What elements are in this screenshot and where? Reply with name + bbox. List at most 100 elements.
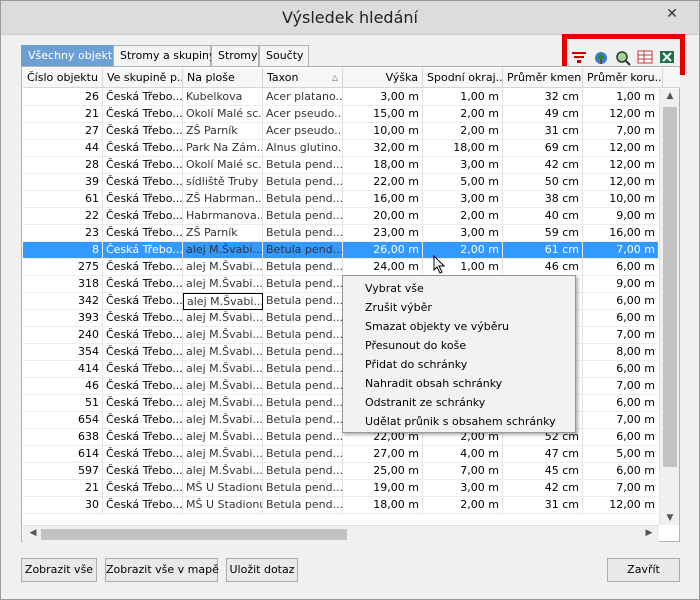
table-cell[interactable]: 6,00 m: [583, 310, 658, 327]
table-cell[interactable]: 19,00 m: [343, 480, 423, 497]
column-header-taxon[interactable]: Taxon △: [263, 68, 343, 88]
table-cell[interactable]: 6,00 m: [583, 429, 658, 446]
table-cell[interactable]: 414: [23, 361, 103, 378]
table-cell[interactable]: 27: [23, 123, 103, 140]
table-cell[interactable]: 39: [23, 174, 103, 191]
close-button[interactable]: Zavřít: [607, 558, 680, 582]
table-cell[interactable]: Acer pseudo...: [263, 123, 343, 140]
table-cell[interactable]: MŠ U Stadionu: [183, 480, 263, 497]
table-cell[interactable]: 28: [23, 157, 103, 174]
table-cell[interactable]: 6,00 m: [583, 361, 658, 378]
table-cell[interactable]: Česká Třebo...: [103, 259, 183, 276]
table-cell[interactable]: 12,00 m: [583, 140, 658, 157]
table-cell[interactable]: Acer pseudo...: [263, 106, 343, 123]
table-cell[interactable]: Betula pend...: [263, 497, 343, 514]
tab-trees-and-groups[interactable]: Stromy a skupiny: [113, 45, 216, 67]
table-row[interactable]: 275 Česká Třebo... alej M.Švabi... Betula p…: [23, 259, 658, 276]
table-cell[interactable]: 42 cm: [503, 480, 583, 497]
table-cell[interactable]: Česká Třebo...: [103, 310, 183, 327]
table-cell[interactable]: ZŠ Parník: [183, 123, 263, 140]
column-header-height[interactable]: Výška: [343, 68, 423, 88]
map-tree-icon[interactable]: [592, 50, 610, 66]
table-cell[interactable]: 45 cm: [503, 463, 583, 480]
close-window-button[interactable]: ✕: [661, 5, 683, 23]
table-row[interactable]: 30 Česká Třebo... MŠ U Stadionu Betula pend…: [23, 497, 658, 514]
table-cell[interactable]: alej M.Švabi...: [183, 395, 263, 412]
table-cell[interactable]: Betula pend...: [263, 378, 343, 395]
table-cell[interactable]: Česká Třebo...: [103, 225, 183, 242]
table-row[interactable]: 614 Česká Třebo... alej M.Švabi... Betula p…: [23, 446, 658, 463]
table-cell[interactable]: 12,00 m: [583, 106, 658, 123]
table-cell[interactable]: 49 cm: [503, 106, 583, 123]
table-cell[interactable]: 27,00 m: [343, 446, 423, 463]
table-cell[interactable]: Betula pend...: [263, 157, 343, 174]
scroll-left-icon[interactable]: ◀: [23, 528, 43, 538]
column-header-crown-base[interactable]: Spodní okraj...: [423, 68, 503, 88]
table-cell[interactable]: 32 cm: [503, 89, 583, 106]
table-icon[interactable]: [636, 50, 654, 66]
table-cell[interactable]: 12,00 m: [583, 497, 658, 514]
table-cell[interactable]: 9,00 m: [583, 208, 658, 225]
table-cell[interactable]: Česká Třebo...: [103, 361, 183, 378]
table-cell[interactable]: Česká Třebo...: [103, 106, 183, 123]
table-cell[interactable]: Česká Třebo...: [103, 395, 183, 412]
table-cell[interactable]: Česká Třebo...: [103, 174, 183, 191]
tab-totals[interactable]: Součty: [259, 45, 309, 67]
scroll-down-icon[interactable]: ▼: [660, 513, 680, 523]
table-cell[interactable]: 3,00 m: [423, 480, 503, 497]
table-cell[interactable]: 7,00 m: [583, 412, 658, 429]
table-cell[interactable]: sídliště Truby: [183, 174, 263, 191]
table-cell[interactable]: 9,00 m: [583, 276, 658, 293]
table-row[interactable]: 26 Česká Třebo... Kubelkova Acer platano...…: [23, 89, 658, 106]
table-cell[interactable]: MŠ U Stadionu: [183, 497, 263, 514]
table-cell[interactable]: Česká Třebo...: [103, 89, 183, 106]
table-cell[interactable]: Betula pend...: [263, 412, 343, 429]
table-cell[interactable]: Betula pend...: [263, 463, 343, 480]
table-row[interactable]: 597 Česká Třebo... alej M.Švabi... Betula p…: [23, 463, 658, 480]
menu-item-intersect-clipboard[interactable]: Udělat průnik s obsahem schránky: [365, 412, 556, 431]
menu-item-replace-clipboard[interactable]: Nahradit obsah schránky: [365, 374, 502, 393]
menu-item-delete-selected[interactable]: Smazat objekty ve výběru: [365, 317, 509, 336]
table-cell[interactable]: alej M.Švabi...: [183, 446, 263, 463]
vertical-scroll-thumb[interactable]: [663, 107, 677, 467]
table-cell[interactable]: Česká Třebo...: [103, 157, 183, 174]
table-cell[interactable]: 6,00 m: [583, 395, 658, 412]
table-cell[interactable]: Betula pend...: [263, 480, 343, 497]
table-cell[interactable]: Česká Třebo...: [103, 446, 183, 463]
table-cell[interactable]: 638: [23, 429, 103, 446]
table-cell[interactable]: Kubelkova: [183, 89, 263, 106]
table-cell[interactable]: 10,00 m: [343, 123, 423, 140]
table-cell[interactable]: alej M.Švabi...: [183, 293, 263, 310]
scroll-up-icon[interactable]: ▲: [660, 91, 680, 101]
filter-icon[interactable]: [570, 50, 588, 66]
table-cell[interactable]: 32,00 m: [343, 140, 423, 157]
table-cell[interactable]: 3,00 m: [423, 225, 503, 242]
table-cell[interactable]: 26: [23, 89, 103, 106]
table-cell[interactable]: 24,00 m: [343, 259, 423, 276]
table-cell[interactable]: Betula pend...: [263, 293, 343, 310]
show-all-on-map-button[interactable]: Zobrazit vše v mapě: [105, 558, 219, 582]
table-cell[interactable]: Betula pend...: [263, 429, 343, 446]
table-cell[interactable]: Habrmanova...: [183, 208, 263, 225]
table-cell[interactable]: Betula pend...: [263, 344, 343, 361]
table-cell[interactable]: 47 cm: [503, 446, 583, 463]
table-cell[interactable]: 69 cm: [503, 140, 583, 157]
table-cell[interactable]: 50 cm: [503, 174, 583, 191]
table-cell[interactable]: Česká Třebo...: [103, 344, 183, 361]
table-cell[interactable]: Česká Třebo...: [103, 242, 183, 259]
table-cell[interactable]: Česká Třebo...: [103, 276, 183, 293]
table-cell[interactable]: 342: [23, 293, 103, 310]
table-cell[interactable]: alej M.Švabi...: [183, 242, 263, 259]
vertical-scrollbar[interactable]: ▲ ▼: [659, 89, 679, 525]
table-cell[interactable]: 15,00 m: [343, 106, 423, 123]
table-cell[interactable]: 7,00 m: [583, 327, 658, 344]
table-cell[interactable]: 5,00 m: [423, 174, 503, 191]
table-cell[interactable]: 597: [23, 463, 103, 480]
column-header-group[interactable]: Ve skupině p...: [103, 68, 183, 88]
table-cell[interactable]: 3,00 m: [423, 157, 503, 174]
table-cell[interactable]: 61 cm: [503, 242, 583, 259]
column-header-trunk-diameter[interactable]: Průměr kmene: [503, 68, 583, 88]
table-cell[interactable]: alej M.Švabi...: [183, 378, 263, 395]
table-cell[interactable]: 40 cm: [503, 208, 583, 225]
table-cell[interactable]: 1,00 m: [423, 89, 503, 106]
